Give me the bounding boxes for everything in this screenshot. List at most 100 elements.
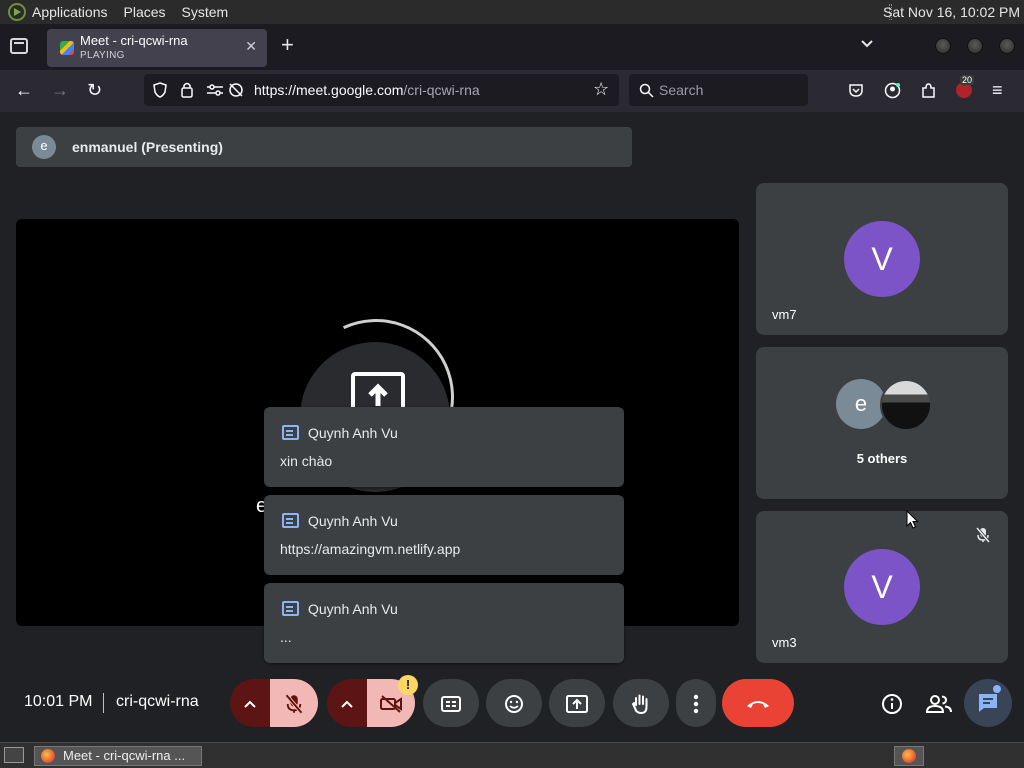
present-screen-icon [566, 694, 588, 713]
menu-applications[interactable]: Applications [32, 4, 108, 20]
firefox-icon [41, 749, 55, 763]
url-path: /cri-qcwi-rna [403, 82, 480, 98]
participant-photo-avatar [880, 379, 932, 431]
chat-notification[interactable]: Quynh Anh Vu xin chào [264, 407, 624, 487]
browser-tab-strip: Meet - cri-qcwi-rna PLAYING ✕ + [0, 24, 1024, 70]
chat-notification[interactable]: Quynh Anh Vu ... [264, 583, 624, 663]
menu-system[interactable]: System [182, 4, 229, 20]
lock-icon[interactable] [180, 81, 194, 98]
back-icon[interactable]: ← [15, 81, 33, 99]
pocket-icon[interactable] [848, 82, 864, 98]
tracking-shield-icon[interactable] [152, 82, 168, 98]
extension-badge-count: 20 [960, 75, 975, 85]
participant-name: vm3 [772, 635, 797, 650]
taskbar-window-item[interactable]: Meet - cri-qcwi-rna ... [34, 746, 202, 766]
presenter-label: enmanuel (Presenting) [72, 139, 223, 155]
chat-message: ... [280, 629, 292, 645]
chat-message-icon [282, 425, 299, 440]
camera-blocked-icon[interactable] [228, 82, 244, 98]
mic-off-icon [976, 527, 990, 543]
firefox-view-icon[interactable] [10, 38, 28, 54]
raise-hand-icon [632, 694, 648, 714]
microphone-toggle-button[interactable] [270, 679, 318, 727]
window-close-button[interactable] [999, 38, 1015, 54]
tab-playing-label: PLAYING [80, 50, 125, 61]
search-bar[interactable]: Search [629, 74, 808, 106]
url-host: https://meet.google.com [254, 82, 404, 98]
participant-avatar: V [844, 549, 920, 625]
workspace-switcher[interactable] [894, 746, 924, 766]
firefox-icon [902, 749, 916, 763]
url-text[interactable]: https://meet.google.com/cri-qcwi-rna [254, 82, 480, 98]
forward-icon[interactable]: → [51, 81, 69, 99]
account-icon[interactable] [884, 82, 901, 99]
emoji-icon [505, 694, 523, 713]
chat-sender: Quynh Anh Vu [308, 601, 398, 617]
raise-hand-button[interactable] [613, 679, 669, 727]
show-desktop-icon[interactable] [4, 747, 24, 763]
reactions-button[interactable] [486, 679, 542, 727]
tab-title: Meet - cri-qcwi-rna [80, 33, 188, 48]
presenting-banner: e enmanuel (Presenting) [16, 127, 632, 167]
more-vert-icon [693, 694, 699, 713]
mic-off-icon [285, 693, 303, 714]
others-tile[interactable]: e 5 others [756, 347, 1008, 499]
more-options-button[interactable] [676, 679, 716, 727]
divider [103, 693, 104, 713]
leave-call-button[interactable] [722, 679, 794, 727]
others-count-label: 5 others [856, 451, 908, 466]
chat-message: xin chào [280, 453, 333, 469]
participant-tile[interactable]: V vm3 [756, 511, 1008, 663]
new-tab-icon[interactable]: + [281, 34, 294, 56]
hamburger-menu-icon[interactable]: ≡ [992, 81, 1003, 99]
meet-favicon-icon [60, 41, 74, 55]
captions-button[interactable] [423, 679, 479, 727]
participant-tile[interactable]: V vm7 [756, 183, 1008, 335]
presenter-avatar: e [32, 135, 56, 159]
chat-message: https://amazingvm.netlify.app [280, 541, 461, 557]
chat-notification[interactable]: Quynh Anh Vu https://amazingvm.netlify.a… [264, 495, 624, 575]
meeting-details-icon[interactable] [881, 693, 903, 715]
participant-name: vm7 [772, 307, 797, 322]
extensions-icon[interactable] [920, 82, 936, 99]
meet-page: e enmanuel (Presenting) e V vm7 e 5 othe… [0, 112, 1024, 742]
camera-warning-badge[interactable]: ! [398, 675, 418, 695]
chevron-up-icon [341, 700, 353, 708]
taskbar-window-label: Meet - cri-qcwi-rna ... [63, 748, 186, 763]
mouse-cursor-icon [906, 510, 919, 529]
browser-nav-bar: ← → ↻ https://meet.google.com/cri-qcwi-r… [0, 70, 1024, 112]
os-clock[interactable]: Sat Nov 16, 10:02 PM [883, 4, 1020, 20]
permissions-icon[interactable] [206, 82, 224, 98]
chat-sender: Quynh Anh Vu [308, 425, 398, 441]
search-icon [639, 83, 654, 98]
list-all-tabs-icon[interactable] [860, 37, 874, 51]
chat-message-icon [282, 601, 299, 616]
meeting-time: 10:01 PM [24, 693, 93, 710]
video-options-button[interactable] [327, 679, 367, 727]
window-minimize-button[interactable] [935, 38, 951, 54]
present-now-button[interactable] [549, 679, 605, 727]
closed-captions-icon [441, 695, 461, 712]
chat-sender: Quynh Anh Vu [308, 513, 398, 529]
chat-toggle-button[interactable] [964, 679, 1012, 727]
url-bar[interactable]: https://meet.google.com/cri-qcwi-rna ☆ [144, 74, 619, 106]
distro-logo-icon[interactable] [8, 3, 26, 21]
audio-options-button[interactable] [230, 679, 270, 727]
unread-dot [993, 685, 1001, 693]
tab-close-icon[interactable]: ✕ [245, 38, 257, 55]
bookmark-star-icon[interactable]: ☆ [593, 80, 609, 98]
camera-off-icon [380, 694, 402, 713]
browser-tab-active[interactable]: Meet - cri-qcwi-rna PLAYING ✕ [47, 29, 267, 67]
participant-avatar: V [844, 221, 920, 297]
os-taskbar: Meet - cri-qcwi-rna ... [0, 742, 1024, 768]
meeting-code[interactable]: cri-qcwi-rna [116, 693, 199, 711]
chat-message-icon [282, 513, 299, 528]
end-call-icon [747, 700, 769, 708]
menu-places[interactable]: Places [124, 4, 166, 20]
chevron-up-icon [244, 700, 256, 708]
window-maximize-button[interactable] [967, 38, 983, 54]
os-top-panel: Applications Places System Sat Nov 16, 1… [0, 0, 1024, 24]
reload-icon[interactable]: ↻ [87, 81, 102, 99]
participant-avatar: e [836, 379, 886, 429]
people-icon[interactable] [926, 694, 952, 714]
